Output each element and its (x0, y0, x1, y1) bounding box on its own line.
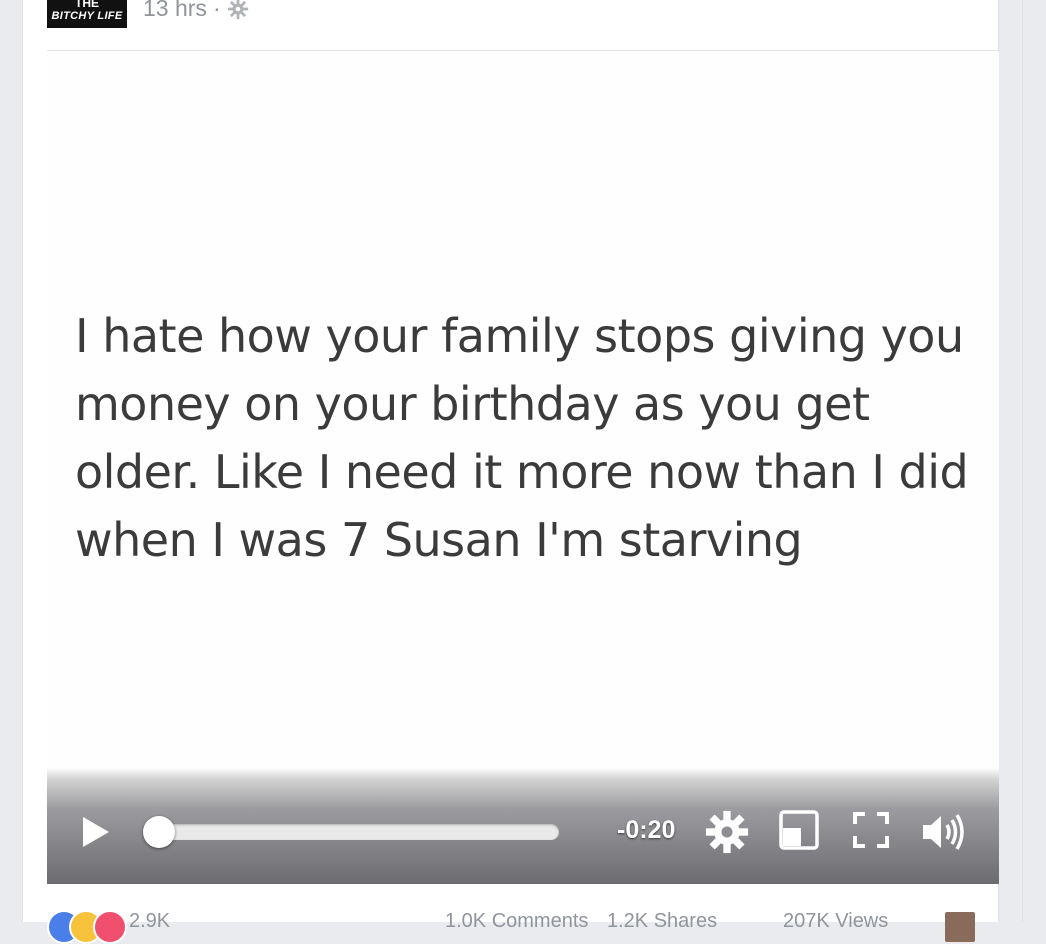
progress-scrubber-handle[interactable] (143, 816, 175, 848)
miniplayer-icon[interactable] (779, 810, 819, 850)
post-stats-bar: 2.9K 1.0K Comments 1.2K Shares 207K View… (47, 906, 999, 944)
video-controls-bar: -0:20 (47, 768, 999, 884)
play-icon[interactable] (81, 815, 111, 849)
progress-track[interactable] (145, 824, 559, 840)
post-card: THE BITCHY LIFE 13 hrs · I hate how your… (22, 0, 999, 944)
video-player[interactable]: I hate how your family stops giving you … (47, 52, 999, 884)
settings-gear-icon[interactable] (705, 810, 749, 854)
video-caption-text: I hate how your family stops giving you … (75, 309, 969, 567)
love-reaction-icon[interactable] (93, 910, 127, 944)
logo-line-1: THE (75, 0, 99, 10)
volume-icon[interactable] (921, 810, 967, 854)
meta-separator: · (212, 0, 221, 21)
post-meta: 13 hrs · (143, 0, 249, 22)
viewer-avatar[interactable] (945, 912, 975, 942)
page-logo[interactable]: THE BITCHY LIFE (47, 0, 127, 28)
time-remaining: -0:20 (617, 816, 676, 844)
header-divider (47, 50, 999, 51)
right-gutter (1022, 0, 1046, 922)
post-timestamp[interactable]: 13 hrs (143, 0, 207, 22)
privacy-gear-icon[interactable] (227, 0, 249, 20)
fullscreen-icon[interactable] (853, 812, 889, 848)
logo-line-2: BITCHY LIFE (51, 10, 123, 22)
